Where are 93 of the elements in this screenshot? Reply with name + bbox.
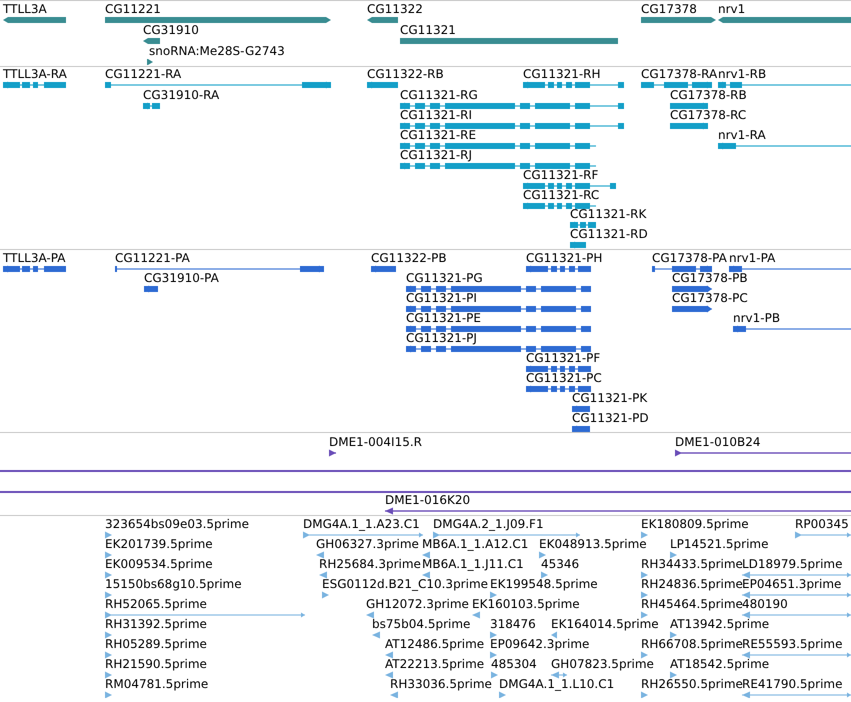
read-label: DMG4A.2_1.J09.F1: [433, 517, 544, 531]
transcript-label: CG11321-RE: [400, 128, 476, 142]
read-label: RH21590.5prime: [105, 657, 207, 671]
clone-label: DME1-010B24: [675, 435, 761, 449]
transcript-label: CG17378-RA: [641, 67, 718, 81]
read-label: EK009534.5prime: [105, 557, 213, 571]
transcript-label: CG11321-PC: [526, 371, 602, 385]
transcript-label: CG11322-RB: [367, 67, 444, 81]
transcript-label: nrv1-PA: [729, 251, 776, 265]
transcript-label: CG17378-PC: [672, 291, 748, 305]
transcript-label: nrv1-PB: [733, 311, 780, 325]
transcript-label: CG11321-PF: [526, 351, 600, 365]
transcript-label: CG11321-PE: [406, 311, 481, 325]
gene-label: CG11221: [105, 2, 161, 16]
read-label: EP09642.3prime: [490, 637, 590, 651]
read-label: RH52065.5prime: [105, 597, 207, 611]
read-label: 318476: [490, 617, 536, 631]
read-label: EK199548.5prime: [490, 577, 598, 591]
gene-label: CG31910: [143, 23, 199, 37]
transcript-label: CG11221-RA: [105, 67, 182, 81]
read-label: DMG4A.1_1.L10.C1: [499, 677, 614, 691]
gene-label: TTLL3A: [3, 2, 47, 16]
read-label: 485304: [491, 657, 537, 671]
gene-label: CG11322: [367, 2, 423, 16]
transcript-label: CG11321-RC: [523, 188, 600, 202]
read-label: RH25684.3prime: [319, 557, 421, 571]
transcript-label: TTLL3A-RA: [3, 67, 67, 81]
read-label: EK201739.5prime: [105, 537, 213, 551]
transcript-label: CG11321-RI: [400, 108, 472, 122]
read-label: RH66708.5prime: [641, 637, 743, 651]
transcript-label: CG11321-RH: [523, 67, 601, 81]
read-label: AT13942.5prime: [670, 617, 770, 631]
read-label: GH12072.3prime: [366, 597, 469, 611]
transcript-label: CG11321-PJ: [406, 331, 477, 345]
transcript-label: nrv1-RB: [718, 67, 766, 81]
read-label: bs75b04.5prime: [372, 617, 470, 631]
transcript-label: CG17378-PB: [672, 271, 748, 285]
read-label: AT18542.5prime: [670, 657, 770, 671]
transcript-label: CG31910-PA: [144, 271, 219, 285]
read-label: EK048913.5prime: [539, 537, 647, 551]
read-label: 323654bs09e03.5prime: [105, 517, 250, 531]
clone-label: DME1-016K20: [385, 493, 470, 507]
read-label: 45346: [541, 557, 580, 571]
transcript-label: CG11321-RJ: [400, 148, 472, 162]
read-label: AT12486.5prime: [385, 637, 484, 651]
transcript-label: CG17378-PA: [652, 251, 727, 265]
read-label: GH06327.3prime: [316, 537, 419, 551]
transcript-label: TTLL3A-PA: [3, 251, 66, 265]
read-label: RH31392.5prime: [105, 617, 207, 631]
read-label: EK164014.5prime: [551, 617, 659, 631]
read-label: MB6A.1_1.J11.C1: [422, 557, 524, 571]
transcript-label: CG17378-RC: [670, 108, 746, 122]
read-label: ESG0112d.B21_C10.3prime: [322, 577, 488, 591]
read-label: 15150bs68g10.5prime: [105, 577, 242, 591]
transcript-label: CG11321-RF: [523, 168, 598, 182]
transcript-label: CG11321-RG: [400, 88, 478, 102]
read-label: MB6A.1_1.A12.C1: [422, 537, 528, 551]
read-label: EK180809.5prime: [641, 517, 749, 531]
gene-label: CG17378: [641, 2, 697, 16]
read-label: LP14521.5prime: [670, 537, 769, 551]
read-label: EP04651.3prime: [742, 577, 842, 591]
transcript-label: CG17378-RB: [670, 88, 747, 102]
transcript-label: CG11322-PB: [371, 251, 447, 265]
read-label: RE41790.5prime: [742, 677, 842, 691]
read-label: RH05289.5prime: [105, 637, 207, 651]
transcript-label: CG11321-PH: [526, 251, 602, 265]
clone-label: DME1-004I15.R: [329, 435, 422, 449]
transcript-label: nrv1-RA: [718, 128, 766, 142]
transcript-label: CG11321-RD: [570, 227, 648, 241]
read-label: EK160103.5prime: [472, 597, 580, 611]
read-label: 480190: [742, 597, 788, 611]
read-label: DMG4A.1_1.A23.C1: [303, 517, 420, 531]
read-label: LD18979.5prime: [742, 557, 843, 571]
transcript-label: CG11321-RK: [570, 207, 646, 221]
transcript-label: CG11221-PA: [115, 251, 190, 265]
gene-label: snoRNA:Me28S-G2743: [149, 44, 285, 58]
read-label: RH26550.5prime: [641, 677, 743, 691]
transcript-label: CG31910-RA: [143, 88, 220, 102]
read-label: RM04781.5prime: [105, 677, 208, 691]
transcript-label: CG11321-PD: [572, 411, 649, 425]
read-label: RP00345: [795, 517, 849, 531]
read-label: AT22213.5prime: [385, 657, 484, 671]
read-label: RH24836.5prime: [641, 577, 743, 591]
gene-label: CG11321: [400, 23, 456, 37]
read-label: RE55593.5prime: [742, 637, 842, 651]
transcript-label: CG11321-PG: [406, 271, 483, 285]
transcript-label: CG11321-PK: [572, 391, 648, 405]
read-label: RH33036.5prime: [390, 677, 492, 691]
gene-label: nrv1: [718, 2, 746, 16]
read-label: RH45464.5prime: [641, 597, 743, 611]
read-label: GH07823.5prime: [551, 657, 654, 671]
transcript-label: CG11321-PI: [406, 291, 477, 305]
read-label: RH34433.5prime: [641, 557, 743, 571]
